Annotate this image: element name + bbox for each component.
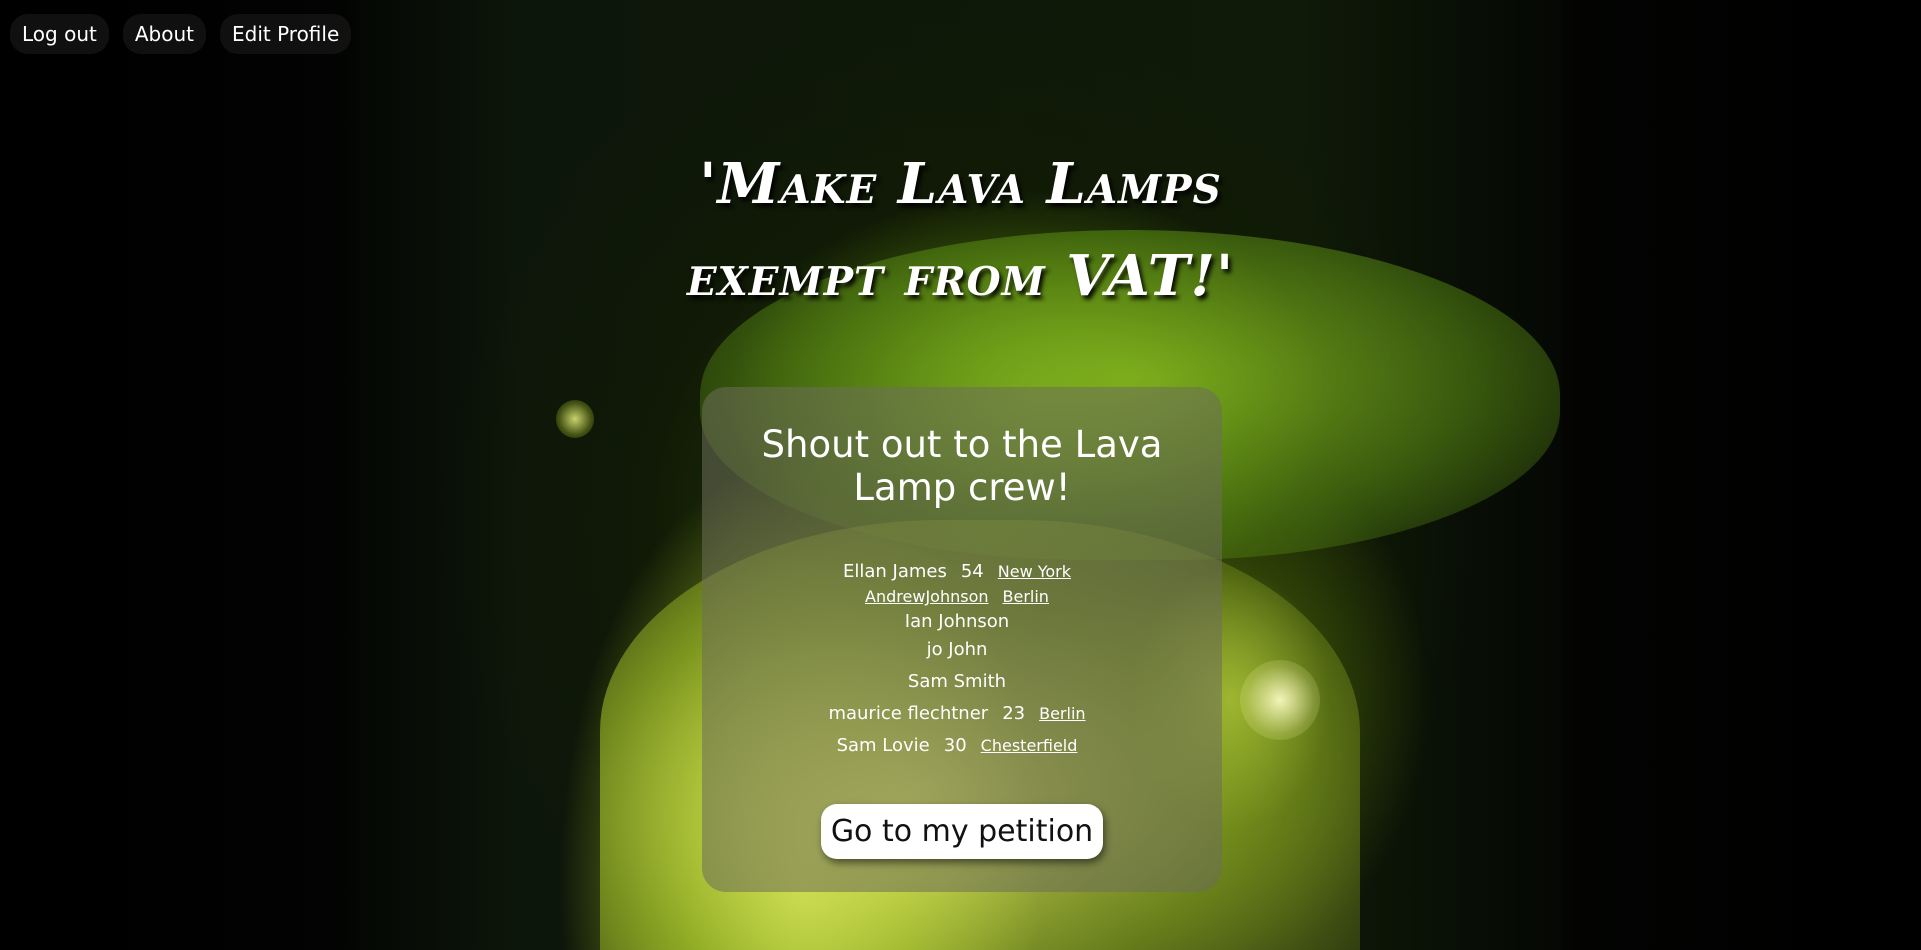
- about-link[interactable]: About: [122, 14, 206, 54]
- signer-row: jo John: [692, 634, 1222, 666]
- signer-row: Ian Johnson: [692, 609, 1222, 634]
- signer-row: maurice flechtner 23 Berlin: [692, 698, 1222, 730]
- logout-link[interactable]: Log out: [10, 14, 109, 54]
- edit-profile-link[interactable]: Edit Profile: [219, 14, 352, 54]
- signer-age: 30: [943, 735, 967, 756]
- signer-city-link[interactable]: Chesterfield: [981, 730, 1078, 762]
- top-nav: Log out About Edit Profile: [10, 14, 352, 54]
- lamp-glare: [1240, 660, 1320, 740]
- signer-name: Sam Lovie: [836, 735, 930, 756]
- signer-name: Ellan James: [842, 561, 947, 582]
- signer-row: AndrewJohnson Berlin: [692, 584, 1222, 609]
- go-to-petition-button[interactable]: Go to my petition: [820, 804, 1104, 859]
- signer-row: Ellan James 54 New York: [692, 559, 1222, 584]
- signer-name: maurice flechtner: [828, 703, 989, 724]
- signer-age: 54: [960, 561, 984, 582]
- signer-row: Sam Smith: [692, 666, 1222, 698]
- signers-card: Shout out to the Lava Lamp crew! Ellan J…: [702, 387, 1222, 892]
- lava-bubble: [556, 400, 594, 438]
- signer-city-link[interactable]: New York: [998, 559, 1071, 584]
- signer-age: 23: [1002, 703, 1026, 724]
- signer-row: Sam Lovie 30 Chesterfield: [692, 730, 1222, 762]
- headline-line-1: 'Make Lava Lamps: [699, 151, 1222, 217]
- page-headline: 'Make Lava Lamps exempt from VAT!': [0, 138, 1921, 322]
- signer-city-link[interactable]: Berlin: [1003, 584, 1049, 609]
- signer-city-link[interactable]: Berlin: [1039, 698, 1085, 730]
- signer-name: jo John: [926, 639, 988, 660]
- signers-list: Ellan James 54 New York AndrewJohnson Be…: [702, 559, 1222, 762]
- headline-line-2: exempt from VAT!': [686, 243, 1235, 309]
- signer-name: Ian Johnson: [904, 611, 1010, 632]
- signer-name-link[interactable]: AndrewJohnson: [865, 584, 988, 609]
- signer-name: Sam Smith: [907, 671, 1007, 692]
- card-title: Shout out to the Lava Lamp crew!: [761, 423, 1163, 509]
